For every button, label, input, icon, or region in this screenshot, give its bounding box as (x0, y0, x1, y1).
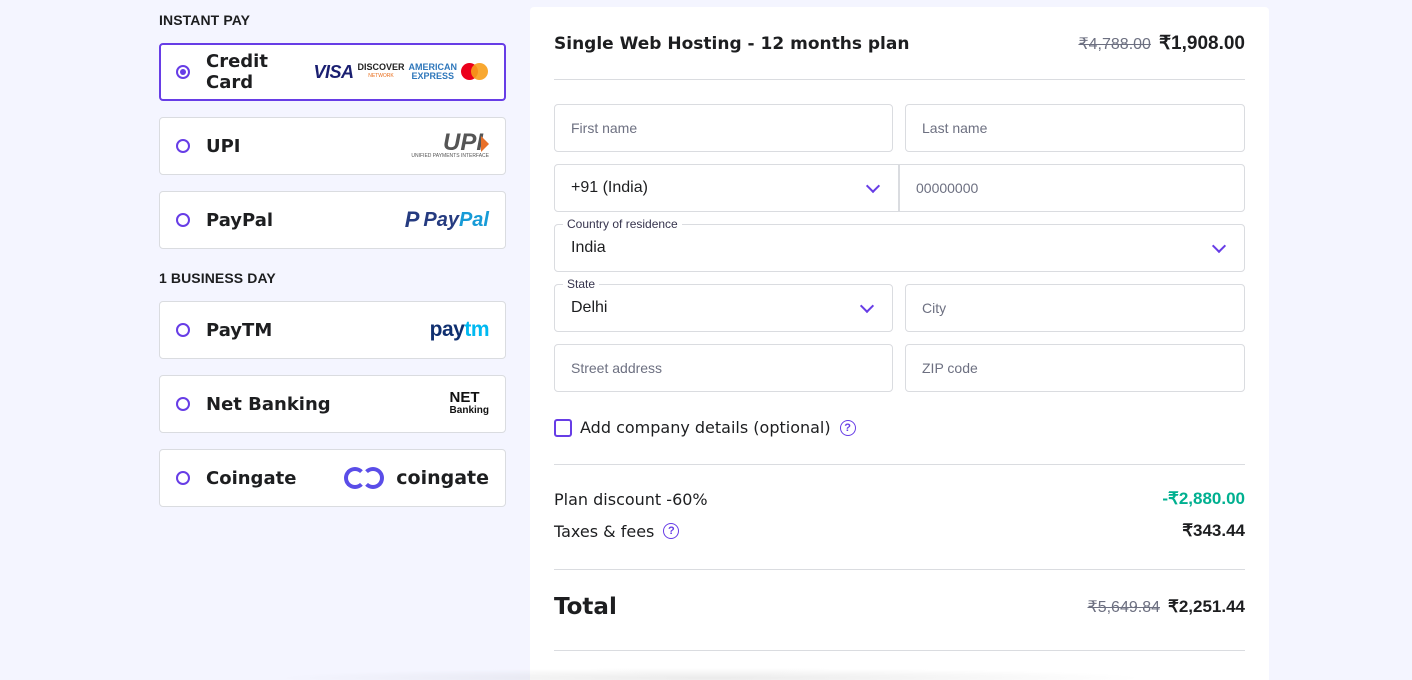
payment-option-upi[interactable]: UPI UPI UNIFIED PAYMENTS INTERFACE (159, 117, 506, 175)
checkout-panel: Single Web Hosting - 12 months plan ₹4,7… (530, 7, 1269, 680)
taxes-label: Taxes & fees ? (554, 522, 680, 541)
company-details-label[interactable]: Add company details (optional) (580, 418, 831, 437)
divider (554, 79, 1245, 80)
card-logos: VISA DISCOVER NETWORK AMERICAN EXPRESS (313, 62, 489, 83)
plan-title: Single Web Hosting - 12 months plan (554, 33, 910, 54)
payment-option-paypal[interactable]: PayPal P PayPal (159, 191, 506, 249)
payment-option-label: UPI (206, 135, 241, 157)
total-new-price: ₹2,251.44 (1168, 597, 1245, 616)
payment-option-credit-card[interactable]: Credit Card VISA DISCOVER NETWORK AMERICA… (159, 43, 506, 101)
country-label: Country of residence (563, 217, 682, 231)
radio-icon[interactable] (176, 213, 190, 227)
plan-summary: Single Web Hosting - 12 months plan ₹4,7… (554, 32, 1245, 55)
bottom-shadow (270, 668, 1150, 680)
help-icon[interactable]: ? (663, 523, 680, 539)
company-details-row: Add company details (optional) ? (554, 418, 856, 437)
city-input[interactable]: City (905, 284, 1245, 332)
paytm-logo: paytm (429, 318, 490, 341)
divider (554, 464, 1245, 465)
total-row: Total ₹5,649.84 ₹2,251.44 (554, 594, 1245, 620)
payment-option-label: PayTM (206, 319, 273, 341)
visa-logo: VISA (313, 61, 354, 82)
radio-icon[interactable] (176, 65, 190, 79)
payment-option-label: Credit Card (206, 51, 268, 93)
mastercard-logo (461, 63, 489, 81)
discount-row: Plan discount -60% -₹2,880.00 (554, 489, 1245, 509)
chevron-down-icon (859, 298, 875, 313)
coingate-mark-icon (344, 467, 386, 489)
discover-logo: DISCOVER NETWORK (357, 62, 405, 80)
help-icon[interactable]: ? (839, 419, 856, 436)
total-old-price: ₹5,649.84 (1087, 599, 1160, 616)
paypal-mark-icon: P (404, 207, 420, 232)
plan-prices: ₹4,788.00 ₹1,908.00 (1078, 32, 1245, 55)
radio-icon[interactable] (176, 323, 190, 337)
total-label: Total (554, 594, 617, 620)
divider (554, 650, 1245, 651)
payment-option-paytm[interactable]: PayTM paytm (159, 301, 506, 359)
plan-old-price: ₹4,788.00 (1078, 36, 1151, 53)
section-label-instant-pay: INSTANT PAY (159, 12, 251, 28)
payment-option-label: PayPal (206, 209, 274, 231)
section-label-business-day: 1 BUSINESS DAY (159, 270, 276, 286)
first-name-input[interactable]: First name (554, 104, 893, 152)
amex-logo: AMERICAN EXPRESS (408, 62, 458, 81)
paypal-logo: P PayPal (404, 207, 489, 232)
state-label: State (563, 277, 600, 291)
taxes-value: ₹343.44 (1182, 521, 1245, 540)
phone-code-select[interactable]: +91 (India) (554, 164, 899, 212)
net-banking-logo: NET Banking (449, 389, 489, 416)
state-select[interactable]: State Delhi (554, 277, 893, 332)
discount-label: Plan discount -60% (554, 489, 708, 509)
street-address-input[interactable]: Street address (554, 344, 893, 392)
upi-logo: UPI UNIFIED PAYMENTS INTERFACE (411, 129, 489, 159)
divider (554, 569, 1245, 570)
zip-code-input[interactable]: ZIP code (905, 344, 1245, 392)
last-name-input[interactable]: Last name (905, 104, 1245, 152)
total-prices: ₹5,649.84 ₹2,251.44 (1088, 597, 1245, 617)
discount-value: -₹2,880.00 (1162, 489, 1245, 508)
payment-option-coingate[interactable]: Coingate coingate (159, 449, 506, 507)
chevron-down-icon (1211, 238, 1227, 253)
plan-new-price: ₹1,908.00 (1158, 33, 1245, 54)
company-details-checkbox[interactable] (554, 418, 572, 437)
radio-icon[interactable] (176, 471, 190, 485)
payment-option-label: Net Banking (206, 393, 331, 415)
taxes-row: Taxes & fees ? ₹343.44 (554, 521, 1245, 541)
radio-icon[interactable] (176, 397, 190, 411)
payment-option-net-banking[interactable]: Net Banking NET Banking (159, 375, 506, 433)
payment-option-label: Coingate (206, 467, 297, 489)
coingate-logo: coingate (344, 467, 489, 489)
country-select[interactable]: Country of residence India (554, 217, 1245, 272)
chevron-down-icon (865, 178, 881, 193)
radio-icon[interactable] (176, 139, 190, 153)
phone-number-input[interactable]: 00000000 (899, 164, 1245, 212)
